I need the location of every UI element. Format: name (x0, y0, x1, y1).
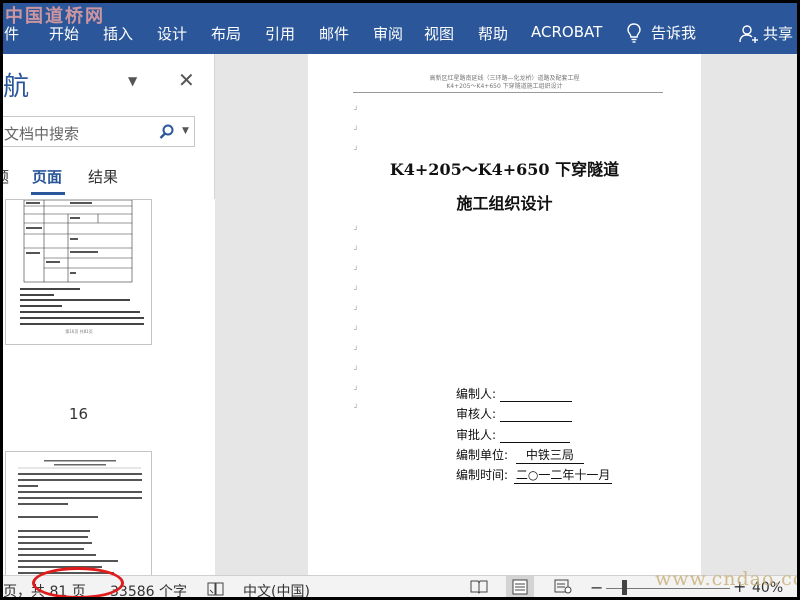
share-label: 共享 (763, 25, 794, 43)
nav-tabs: 题 页面 结果 (0, 164, 215, 195)
person-add-icon (739, 24, 758, 43)
thumbnail-content: 第16页 共81页 (20, 199, 144, 334)
document-page[interactable]: 高新区红星路南延线（三环路—化龙桥）道路及配套工程 K4+205～K4+650 … (308, 54, 701, 575)
read-mode-icon[interactable] (470, 579, 488, 594)
share-button[interactable]: 共享 (739, 23, 793, 44)
page-thumbnails[interactable]: 第16页 共81页 16 (0, 199, 215, 600)
date-label: 编制时间: (456, 468, 509, 482)
tab-references[interactable]: 引用 (265, 23, 295, 44)
tab-design[interactable]: 设计 (157, 23, 187, 44)
paragraph-mark: ┘ (354, 106, 359, 114)
nav-search-input[interactable]: 文档中搜索 ▼ (0, 116, 195, 147)
document-title: K4+205～K4+650 下穿隧道 (389, 160, 620, 179)
nav-tab-pages[interactable]: 页面 (32, 166, 62, 187)
search-icon[interactable] (159, 124, 175, 140)
lightbulb-icon (627, 22, 641, 43)
page-thumbnail-16[interactable]: 第16页 共81页 (5, 199, 152, 345)
tab-help[interactable]: 帮助 (478, 23, 508, 44)
proofing-book-icon[interactable] (207, 582, 225, 596)
nav-pane-title: 航 (3, 72, 30, 102)
paragraph-mark: ┘ (354, 404, 359, 412)
paragraph-mark: ┘ (354, 366, 359, 374)
paragraph-mark: ┘ (354, 326, 359, 334)
thumbnail-page-number: 16 (68, 405, 89, 423)
paragraph-mark: ┘ (354, 386, 359, 394)
nav-options-chevron-down-icon[interactable]: ▼ (128, 74, 137, 88)
tab-insert[interactable]: 插入 (103, 23, 133, 44)
editor-field: 编制人: (456, 385, 572, 402)
date-value: 二○一二年十一月 (513, 468, 613, 484)
unit-label: 编制单位: (456, 448, 509, 462)
paragraph-mark: ┘ (354, 146, 359, 154)
unit-field: 编制单位: 中铁三局 (456, 446, 584, 464)
editor-blank[interactable] (499, 389, 572, 402)
date-field: 编制时间: 二○一二年十一月 (456, 466, 613, 484)
reviewer-label: 审核人: (456, 407, 497, 421)
tab-home[interactable]: 开始 (49, 23, 79, 44)
approver-field: 审批人: (456, 426, 570, 443)
nav-search-placeholder: 文档中搜索 (4, 125, 80, 143)
tab-file[interactable]: 件 (4, 23, 19, 44)
paragraph-mark: ┘ (354, 126, 359, 134)
ribbon-tab-bar: 中国道桥网 件 开始 插入 设计 布局 引用 邮件 审阅 视图 帮助 ACROB… (0, 0, 800, 54)
tab-view[interactable]: 视图 (424, 23, 454, 44)
tab-acrobat[interactable]: ACROBAT (531, 23, 602, 41)
annotation-ellipse (32, 567, 124, 599)
tell-me-label: 告诉我 (651, 24, 697, 42)
print-layout-icon (512, 579, 528, 595)
paragraph-mark: ┘ (354, 226, 359, 234)
zoom-out-button[interactable]: − (590, 578, 603, 597)
page-header-line2: K4+205～K4+650 下穿隧道施工组织设计 (446, 83, 563, 90)
approver-label: 审批人: (456, 428, 497, 442)
reviewer-blank[interactable] (499, 409, 572, 422)
tab-mailings[interactable]: 邮件 (319, 23, 349, 44)
print-layout-button[interactable] (506, 576, 534, 598)
approver-blank[interactable] (499, 430, 570, 443)
paragraph-mark: ┘ (354, 266, 359, 274)
paragraph-mark: ┘ (354, 246, 359, 254)
paragraph-mark: ┘ (354, 306, 359, 314)
nav-tab-headings[interactable]: 题 (0, 166, 9, 187)
nav-close-icon[interactable]: ✕ (178, 68, 195, 92)
nav-tab-results[interactable]: 结果 (88, 166, 118, 187)
site-watermark-bottom: www.cndao.com (655, 568, 800, 590)
zoom-slider-thumb[interactable] (622, 580, 627, 595)
reviewer-field: 审核人: (456, 405, 572, 422)
navigation-pane: 航 ▼ ✕ 文档中搜索 ▼ 题 页面 结果 第16页 共81页 16 (0, 54, 215, 600)
paragraph-mark: ┘ (354, 286, 359, 294)
document-canvas[interactable]: 高新区红星路南延线（三环路—化龙桥）道路及配套工程 K4+205～K4+650 … (215, 54, 800, 575)
document-subtitle: 施工组织设计 (456, 194, 553, 213)
tell-me-box[interactable]: 告诉我 (627, 22, 696, 43)
tab-layout[interactable]: 布局 (211, 23, 241, 44)
search-options-chevron-down-icon[interactable]: ▼ (182, 126, 189, 136)
unit-value: 中铁三局 (515, 446, 584, 464)
header-divider (353, 92, 663, 93)
editor-label: 编制人: (456, 387, 497, 401)
tab-review[interactable]: 审阅 (373, 23, 403, 44)
nav-tab-active-indicator (31, 192, 65, 195)
web-layout-icon[interactable] (554, 579, 572, 594)
thumbnail-footer: 第16页 共81页 (65, 328, 92, 334)
language-status[interactable]: 中文(中国) (243, 581, 310, 600)
paragraph-mark: ┘ (354, 346, 359, 354)
